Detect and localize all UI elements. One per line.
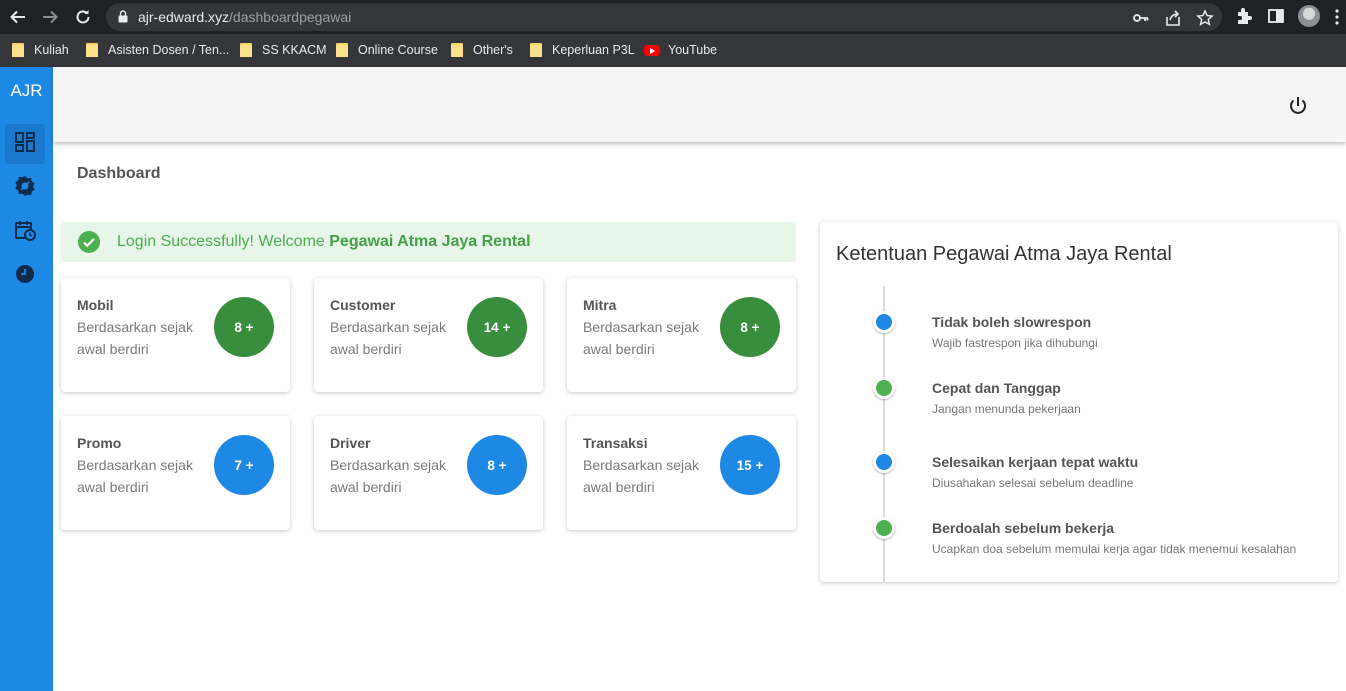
url-path: /dashboardpegawai [229, 9, 352, 25]
alert-prefix: Login Successfully! Welcome [117, 233, 330, 250]
stat-card-promo: Promo Berdasarkan sejak awal berdiri 7 + [61, 416, 290, 530]
card-title: Driver [330, 435, 371, 451]
card-title: Mobil [77, 297, 114, 313]
bookmark-item[interactable]: Keperluan P3L [530, 41, 635, 59]
forward-arrow-icon[interactable] [39, 6, 61, 28]
share-icon[interactable] [1164, 9, 1182, 27]
card-title: Promo [77, 435, 122, 451]
card-subtitle: Berdasarkan sejak awal berdiri [77, 457, 193, 495]
rule-subtitle: Diusahakan selesai sebelum deadline [932, 476, 1134, 490]
key-icon[interactable] [1132, 9, 1150, 27]
folder-icon [12, 43, 24, 57]
rule-title: Berdoalah sebelum bekerja [932, 520, 1115, 536]
card-subtitle: Berdasarkan sejak awal berdiri [77, 319, 193, 357]
card-title: Customer [330, 297, 396, 313]
alert-message: Login Successfully! Welcome Pegawai Atma… [117, 233, 531, 251]
folder-icon [451, 43, 463, 57]
stat-card-transaksi: Transaksi Berdasarkan sejak awal berdiri… [567, 416, 796, 530]
count-badge: 8 + [720, 297, 780, 357]
bookmark-label: Keperluan P3L [552, 43, 635, 57]
youtube-icon [644, 44, 660, 56]
card-title: Mitra [583, 297, 617, 313]
power-icon[interactable] [1286, 94, 1310, 118]
side-panel-icon[interactable] [1266, 6, 1288, 28]
app-header [53, 67, 1346, 142]
clock-icon [14, 263, 36, 290]
browser-toolbar: ajr-edward.xyz/dashboardpegawai [0, 0, 1346, 34]
more-vertical-icon[interactable] [1334, 8, 1340, 26]
card-title: Transaksi [583, 435, 648, 451]
count-badge: 15 + [720, 435, 780, 495]
rule-subtitle: Wajib fastrespon jika dihubungi [932, 336, 1098, 350]
folder-icon [336, 43, 348, 57]
timeline-dot [873, 311, 895, 333]
sidebar-item-settings[interactable] [5, 168, 45, 208]
bookmark-star-icon[interactable] [1196, 9, 1214, 27]
card-subtitle: Berdasarkan sejak awal berdiri [583, 457, 699, 495]
timeline-dot [873, 377, 895, 399]
count-badge: 8 + [214, 297, 274, 357]
bookmark-item[interactable]: Kuliah [12, 41, 69, 59]
sidebar-item-schedule[interactable] [5, 212, 45, 252]
sidebar: AJR [0, 67, 53, 691]
reload-icon[interactable] [72, 6, 94, 28]
bookmark-item[interactable]: SS KKACM [240, 41, 327, 59]
sidebar-item-history[interactable] [5, 256, 45, 296]
rule-title: Cepat dan Tanggap [932, 380, 1061, 396]
bookmarks-bar: Kuliah Asisten Dosen / Ten... SS KKACM O… [0, 34, 1346, 67]
url-domain: ajr-edward.xyz [138, 9, 230, 25]
settings-badge-icon [14, 175, 36, 202]
extensions-puzzle-icon[interactable] [1234, 6, 1256, 28]
check-circle-icon [78, 231, 100, 253]
bookmark-item[interactable]: Asisten Dosen / Ten... [86, 41, 229, 59]
stat-card-mobil: Mobil Berdasarkan sejak awal berdiri 8 + [61, 278, 290, 392]
bookmark-item[interactable]: Online Course [336, 41, 438, 59]
card-subtitle: Berdasarkan sejak awal berdiri [330, 457, 446, 495]
url-text: ajr-edward.xyz/dashboardpegawai [138, 9, 351, 25]
sidebar-item-dashboard[interactable] [5, 124, 45, 164]
timeline-dot [873, 517, 895, 539]
bookmark-label: Online Course [358, 43, 438, 57]
stat-card-driver: Driver Berdasarkan sejak awal berdiri 8 … [314, 416, 543, 530]
rules-card: Ketentuan Pegawai Atma Jaya Rental Tidak… [820, 222, 1338, 582]
card-subtitle: Berdasarkan sejak awal berdiri [583, 319, 699, 357]
bookmark-label: Kuliah [34, 43, 69, 57]
address-bar[interactable]: ajr-edward.xyz/dashboardpegawai [106, 3, 1222, 31]
bookmark-label: Asisten Dosen / Ten... [108, 43, 230, 57]
rule-title: Selesaikan kerjaan tepat waktu [932, 454, 1139, 470]
count-badge: 14 + [467, 297, 527, 357]
back-arrow-icon[interactable] [7, 6, 29, 28]
folder-icon [530, 43, 542, 57]
stat-card-mitra: Mitra Berdasarkan sejak awal berdiri 8 + [567, 278, 796, 392]
page-title: Dashboard [77, 165, 161, 182]
count-badge: 7 + [214, 435, 274, 495]
folder-icon [240, 43, 252, 57]
bookmark-label: SS KKACM [262, 43, 327, 57]
calendar-clock-icon [14, 219, 36, 246]
bookmark-label: Other's [473, 43, 513, 57]
bookmark-label: YouTube [668, 43, 718, 57]
rules-title: Ketentuan Pegawai Atma Jaya Rental [836, 243, 1172, 265]
success-alert: Login Successfully! Welcome Pegawai Atma… [61, 222, 796, 262]
timeline-dot [873, 451, 895, 473]
rule-subtitle: Ucapkan doa sebelum memulai kerja agar t… [932, 542, 1297, 556]
brand-logo[interactable]: AJR [0, 81, 53, 101]
count-badge: 8 + [467, 435, 527, 495]
bookmark-item[interactable]: YouTube [644, 41, 717, 59]
lock-icon [118, 10, 128, 28]
alert-name: Pegawai Atma Jaya Rental [329, 233, 531, 250]
stat-card-customer: Customer Berdasarkan sejak awal berdiri … [314, 278, 543, 392]
profile-avatar[interactable] [1298, 5, 1320, 27]
rule-title: Tidak boleh slowrespon [932, 314, 1092, 330]
bookmark-item[interactable]: Other's [451, 41, 513, 59]
card-subtitle: Berdasarkan sejak awal berdiri [330, 319, 446, 357]
dashboard-icon [14, 131, 36, 158]
folder-icon [86, 43, 98, 57]
rule-subtitle: Jangan menunda pekerjaan [932, 402, 1081, 416]
